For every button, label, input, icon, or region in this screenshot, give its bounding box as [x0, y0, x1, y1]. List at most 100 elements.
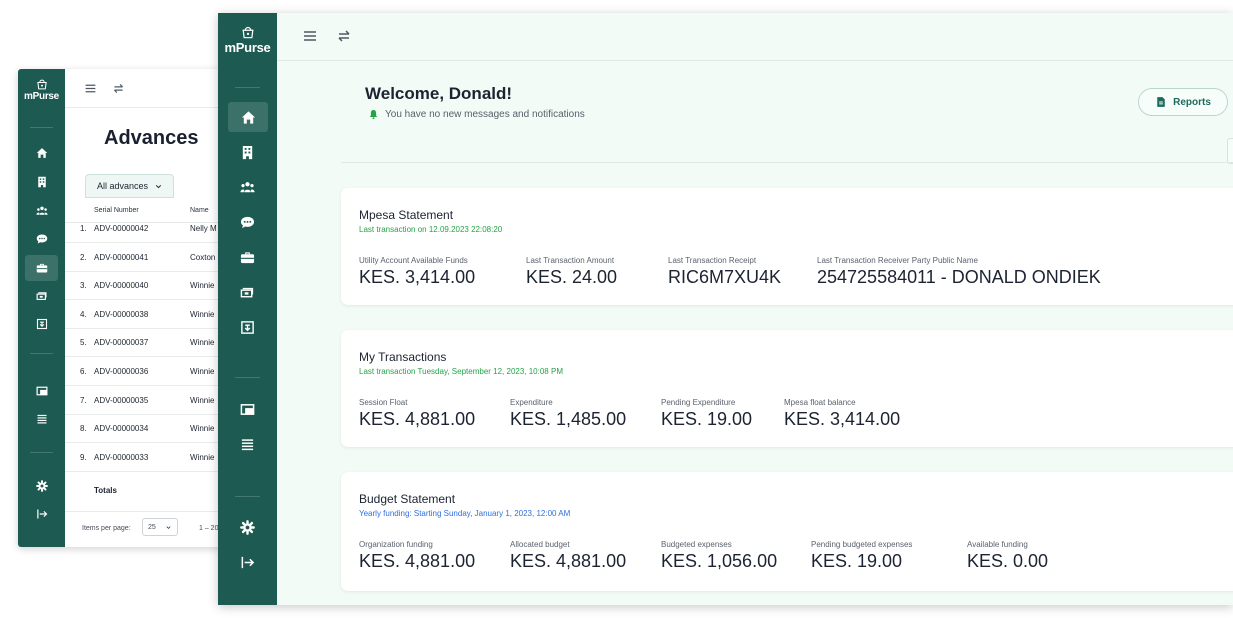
- cash-icon: [240, 285, 255, 300]
- table-row[interactable]: 1. ADV-00000042 Nelly M: [65, 214, 224, 243]
- stat-session-float: Session Float KES. 4,881.00: [359, 398, 475, 430]
- brand-name: mPurse: [24, 91, 59, 102]
- row-serial-number: ADV-00000037: [94, 338, 149, 348]
- stat-label: Available funding: [967, 540, 1028, 549]
- notification-status: You have no new messages and notificatio…: [368, 109, 585, 120]
- sidebar-item-logout[interactable]: [18, 505, 65, 523]
- reports-button[interactable]: Reports: [1138, 88, 1228, 116]
- sidebar-item-receipts[interactable]: [218, 317, 277, 337]
- sidebar-item-home[interactable]: [228, 102, 268, 132]
- settings-icon: [36, 480, 48, 492]
- swap-button[interactable]: [335, 27, 353, 45]
- stat-pending-budgeted-expenses: Pending budgeted expenses KES. 19.00: [811, 540, 912, 572]
- stat-label: Expenditure: [510, 398, 553, 407]
- sidebar-item-cash[interactable]: [18, 287, 65, 305]
- receipt-icon: [36, 318, 48, 330]
- row-serial-number: ADV-00000041: [94, 252, 149, 262]
- stat-available-funding: Available funding KES. 0.00: [967, 540, 1048, 572]
- sidebar-item-settings[interactable]: [218, 517, 277, 537]
- table-totals-label: Totals: [94, 486, 117, 495]
- sidebar-item-home[interactable]: [18, 144, 65, 162]
- divider: [341, 162, 1233, 163]
- row-index: 6.: [80, 367, 87, 376]
- sidebar-item-cards[interactable]: [18, 382, 65, 400]
- row-index: 4.: [80, 309, 87, 319]
- stat-budgeted-expenses: Budgeted expenses KES. 1,056.00: [661, 540, 777, 572]
- sidebar-item-messages[interactable]: [18, 230, 65, 248]
- sidebar-item-team[interactable]: [18, 202, 65, 220]
- stat-last-amount: Last Transaction Amount KES. 24.00: [526, 256, 617, 288]
- sidebar-divider: [235, 496, 260, 497]
- menu-button[interactable]: [301, 27, 319, 45]
- bag-icon: [241, 25, 255, 39]
- swap-icon: [336, 28, 352, 44]
- card-subtitle: Last transaction Tuesday, September 12, …: [359, 367, 563, 376]
- row-index: 5.: [80, 338, 87, 348]
- row-name: Winnie: [190, 395, 215, 405]
- items-per-page-value: 25: [148, 523, 156, 531]
- stat-label: Utility Account Available Funds: [359, 256, 468, 265]
- swap-button[interactable]: [111, 81, 125, 95]
- row-index: 3.: [80, 281, 87, 291]
- menu-button[interactable]: [83, 81, 97, 95]
- row-serial-number: ADV-00000034: [94, 424, 149, 434]
- stat-value: KES. 0.00: [967, 551, 1049, 571]
- side-tab[interactable]: [1227, 138, 1233, 164]
- menu-icon: [302, 28, 318, 44]
- row-index: 8.: [80, 424, 87, 434]
- sidebar-item-receipts[interactable]: [18, 315, 65, 333]
- paginator: Items per page: 25 1 – 20: [65, 511, 224, 547]
- stat-value: RIC6M7XU4K: [668, 267, 782, 287]
- sidebar-item-list[interactable]: [218, 434, 277, 454]
- table-row[interactable]: 6. ADV-00000036 Winnie: [65, 357, 224, 386]
- page-range-label: 1 – 20: [199, 525, 219, 532]
- sidebar-item-messages[interactable]: [218, 212, 277, 232]
- filter-chip-all-advances[interactable]: All advances: [85, 174, 175, 198]
- stat-value: KES. 1,056.00: [661, 551, 778, 571]
- sidebar-item-list[interactable]: [18, 410, 65, 428]
- sidebar-item-cash[interactable]: [218, 282, 277, 302]
- stat-label: Last Transaction Receiver Party Public N…: [817, 256, 978, 265]
- sidebar-item-logout[interactable]: [218, 552, 277, 572]
- row-index: 1.: [80, 224, 87, 233]
- sidebar-item-advances[interactable]: [25, 255, 58, 281]
- menu-icon: [84, 82, 97, 95]
- table-row[interactable]: 3. ADV-00000040 Winnie: [65, 271, 224, 301]
- table-row[interactable]: 8. ADV-00000034 Winnie: [65, 414, 224, 444]
- advances-window: mPurse Advances All advances Serial Numb…: [18, 69, 224, 547]
- row-index: 7.: [80, 395, 87, 405]
- sidebar-divider: [30, 452, 53, 453]
- bag-icon: [36, 78, 48, 90]
- table-row[interactable]: 7. ADV-00000035 Winnie: [65, 386, 224, 415]
- sidebar-item-cards[interactable]: [218, 399, 277, 419]
- table-row[interactable]: 5. ADV-00000037 Winnie: [65, 328, 224, 358]
- row-name: Winnie: [190, 424, 215, 434]
- swap-icon: [112, 82, 125, 95]
- row-name: Winnie: [190, 281, 215, 291]
- sidebar-item-organization[interactable]: [218, 142, 277, 162]
- team-icon: [240, 180, 255, 195]
- card-title: My Transactions: [359, 350, 447, 364]
- stat-utility-funds: Utility Account Available Funds KES. 3,4…: [359, 256, 475, 288]
- row-name: Coxton: [190, 252, 216, 262]
- row-serial-number: ADV-00000038: [94, 309, 149, 319]
- table-row[interactable]: 4. ADV-00000038 Winnie: [65, 300, 224, 329]
- sidebar-item-settings[interactable]: [18, 477, 65, 495]
- sidebar-item-advances[interactable]: [218, 247, 277, 267]
- chevron-down-icon: [154, 182, 163, 191]
- brand-logo: mPurse: [18, 78, 65, 102]
- items-per-page-select[interactable]: 25: [142, 518, 178, 536]
- stat-label: Organization funding: [359, 540, 433, 549]
- table-row[interactable]: 2. ADV-00000041 Coxton: [65, 243, 224, 272]
- brand-logo: mPurse: [218, 25, 277, 55]
- sidebar: mPurse: [218, 13, 277, 605]
- welcome-heading: Welcome, Donald!: [365, 84, 513, 103]
- stat-value: KES. 19.00: [661, 409, 753, 429]
- stat-receiver-name: Last Transaction Receiver Party Public N…: [817, 256, 1101, 288]
- card-budget-statement: Budget Statement Yearly funding: Startin…: [341, 472, 1233, 591]
- row-serial-number: ADV-00000035: [94, 395, 149, 405]
- table-row[interactable]: 9. ADV-00000033 Winnie: [65, 443, 224, 472]
- sidebar-item-organization[interactable]: [18, 173, 65, 191]
- sidebar-item-team[interactable]: [218, 177, 277, 197]
- briefcase-icon: [36, 262, 48, 274]
